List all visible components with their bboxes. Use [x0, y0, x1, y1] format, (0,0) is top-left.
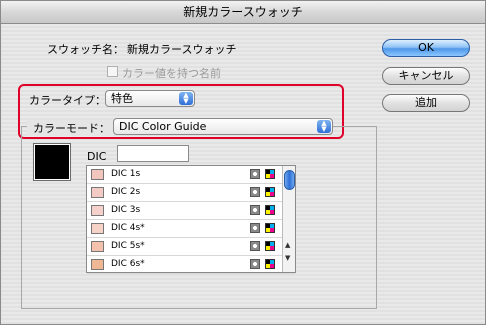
swatch-chip — [91, 205, 104, 216]
spot-color-icon — [250, 169, 260, 179]
swatch-row[interactable]: DIC 1s — [87, 166, 295, 184]
list-scrollbar[interactable]: ▲ ▼ — [282, 166, 295, 272]
spot-color-icon — [250, 259, 260, 269]
color-preview-swatch — [33, 143, 71, 181]
color-type-value: 特色 — [111, 92, 133, 105]
ok-button[interactable]: OK — [382, 39, 470, 57]
swatch-list[interactable]: DIC 1s DIC 2s DIC 3s DIC 4s* DIC 5s* DIC 6s* … — [86, 165, 296, 274]
dialog-content: スウォッチ名： 新規カラースウォッチ カラー値を持つ名前 カラータイプ： 特色 … — [1, 24, 485, 324]
swatch-name: DIC 5s* — [111, 241, 145, 251]
swatch-chip — [91, 241, 104, 252]
swatch-name: DIC 3s — [111, 205, 141, 215]
color-value-name-checkbox[interactable] — [107, 66, 118, 77]
scroll-thumb[interactable] — [284, 170, 295, 190]
swatch-row[interactable]: DIC 2s — [87, 184, 295, 202]
cmyk-mode-icon — [265, 223, 275, 233]
title-bar: 新規カラースウォッチ — [1, 1, 485, 24]
swatch-chip — [91, 223, 104, 234]
spot-color-icon — [250, 241, 260, 251]
cmyk-mode-icon — [265, 241, 275, 251]
swatch-name: DIC 6s* — [111, 259, 145, 269]
scroll-down-arrow-icon[interactable]: ▼ — [285, 254, 290, 262]
swatch-chip — [91, 169, 104, 180]
spot-color-icon — [250, 187, 260, 197]
spot-color-icon — [250, 223, 260, 233]
swatch-row[interactable]: DIC 5s* — [87, 238, 295, 256]
swatch-name-label: スウォッチ名： — [47, 43, 124, 56]
cmyk-mode-icon — [265, 169, 275, 179]
popup-arrows-icon: ▲ ▼ — [317, 120, 331, 133]
swatch-chip — [91, 187, 104, 198]
cmyk-mode-icon — [265, 205, 275, 215]
cmyk-mode-icon — [265, 187, 275, 197]
color-type-popup[interactable]: 特色 ▲ ▼ — [105, 90, 195, 107]
swatch-row[interactable]: DIC 6s* — [87, 256, 295, 274]
add-button[interactable]: 追加 — [382, 94, 470, 112]
dic-label: DIC — [87, 150, 107, 163]
swatch-row[interactable]: DIC 3s — [87, 202, 295, 220]
swatch-name: DIC 4s* — [111, 223, 145, 233]
spot-color-icon — [250, 205, 260, 215]
swatch-name-value: 新規カラースウォッチ — [127, 43, 237, 56]
swatch-name: DIC 2s — [111, 187, 141, 197]
dic-input[interactable] — [117, 145, 189, 162]
popup-arrows-icon: ▲ ▼ — [179, 92, 193, 105]
cancel-button[interactable]: キャンセル — [382, 67, 470, 85]
color-mode-popup[interactable]: DIC Color Guide ▲ ▼ — [113, 118, 333, 135]
scroll-up-arrow-icon[interactable]: ▲ — [285, 241, 290, 249]
swatch-chip — [91, 259, 104, 270]
color-value-name-label: カラー値を持つ名前 — [122, 67, 221, 80]
swatch-name: DIC 1s — [111, 169, 141, 179]
dialog-window: 新規カラースウォッチ スウォッチ名： 新規カラースウォッチ カラー値を持つ名前 … — [0, 0, 486, 325]
color-type-label: カラータイプ： — [29, 94, 106, 107]
color-mode-label: カラーモード： — [27, 120, 114, 136]
cmyk-mode-icon — [265, 259, 275, 269]
swatch-row[interactable]: DIC 4s* — [87, 220, 295, 238]
color-mode-value: DIC Color Guide — [119, 120, 207, 133]
